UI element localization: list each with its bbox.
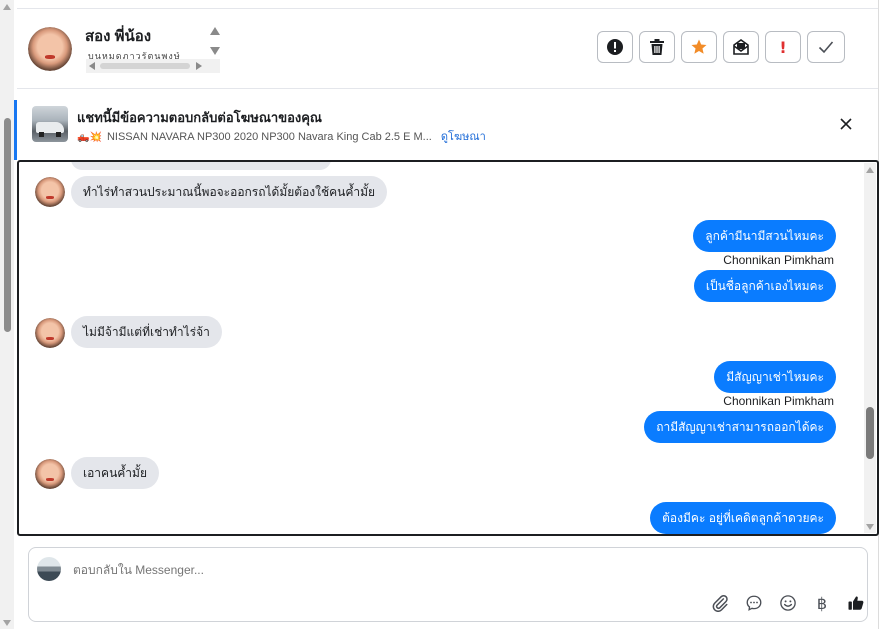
header-divider: [17, 88, 878, 89]
contact-avatar[interactable]: [28, 27, 72, 71]
smiley-icon: [780, 595, 796, 611]
mini-scroll-thumb[interactable]: [100, 63, 190, 69]
mini-scroll-left-icon[interactable]: [89, 62, 95, 70]
conversation-actions: !: [597, 31, 845, 63]
payment-button[interactable]: ฿: [811, 592, 833, 614]
sender-avatar[interactable]: [35, 177, 65, 207]
outgoing-message[interactable]: เป็นชื่อลูกค้าเองไหมคะ: [693, 270, 836, 302]
message-thread[interactable]: ทำไร่ทำสวนประมาณนี้พอจะออกรถได้มั้ยต้องใ…: [17, 160, 879, 536]
ad-banner-title: แชทนี้มีข้อความตอบกลับต่อโฆษณาของคุณ: [77, 110, 322, 125]
delete-button[interactable]: [639, 31, 675, 63]
close-icon[interactable]: [838, 116, 854, 132]
saved-replies-button[interactable]: [743, 592, 765, 614]
ad-banner-subtitle: 🛻💥 NISSAN NAVARA NP300 2020 NP300 Navara…: [77, 127, 486, 145]
ad-thumbnail[interactable]: [32, 106, 68, 142]
outgoing-message[interactable]: ถามีสัญญาเช่าสามารถออกได้คะ: [644, 411, 836, 443]
check-icon: [818, 41, 834, 54]
outgoing-message[interactable]: ต้องมีคะ อยู่ที่เคดิตลูกค้าดวยคะ: [650, 502, 836, 534]
active-indicator: [14, 100, 17, 160]
ad-product-text: NISSAN NAVARA NP300 2020 NP300 Navara Ki…: [106, 131, 432, 143]
scroll-down-arrow-icon[interactable]: [3, 620, 11, 626]
sender-name: Chonnikan Pimkham: [723, 253, 834, 267]
incoming-message[interactable]: เอาคนค้ำมั้ย: [71, 457, 159, 489]
mini-horizontal-scrollbar[interactable]: [86, 59, 220, 73]
report-button[interactable]: [597, 31, 633, 63]
sender-name: Chonnikan Pimkham: [723, 394, 834, 408]
scroll-down-arrow-icon[interactable]: [866, 524, 874, 530]
contact-name[interactable]: สอง พี่น้อง: [85, 24, 151, 48]
star-icon: [691, 39, 707, 54]
chat-bubble-icon: [746, 595, 762, 611]
emoji-button[interactable]: [777, 592, 799, 614]
important-button[interactable]: !: [765, 31, 801, 63]
done-button[interactable]: [807, 31, 845, 63]
ad-emoji: 🛻💥: [77, 132, 102, 143]
mini-scroll-right-icon[interactable]: [196, 62, 202, 70]
mail-icon: [733, 39, 749, 55]
attach-button[interactable]: [709, 592, 731, 614]
mini-scroll-up-icon[interactable]: [210, 27, 220, 35]
top-divider: [17, 8, 878, 9]
scroll-up-arrow-icon[interactable]: [866, 167, 874, 173]
baht-icon: ฿: [816, 593, 828, 613]
scroll-up-arrow-icon[interactable]: [3, 4, 11, 10]
thumbs-up-icon: [848, 596, 864, 610]
view-ad-link[interactable]: ดูโฆษณา: [441, 131, 486, 143]
mark-unread-button[interactable]: [723, 31, 759, 63]
outgoing-message[interactable]: ลูกค้ามีนามีสวนไหมคะ: [693, 220, 836, 252]
mini-scroll-down-icon[interactable]: [210, 47, 220, 55]
composer-toolbar: ฿: [709, 592, 867, 614]
star-button[interactable]: [681, 31, 717, 63]
thread-scrollbar-thumb[interactable]: [866, 407, 874, 459]
page-avatar: [37, 557, 61, 581]
outgoing-message[interactable]: มีสัญญาเช่าไหมคะ: [714, 361, 836, 393]
like-button[interactable]: [845, 592, 867, 614]
trash-icon: [650, 39, 664, 55]
sender-avatar[interactable]: [35, 318, 65, 348]
reply-input[interactable]: [73, 563, 473, 577]
paperclip-icon: [712, 594, 728, 612]
incoming-message[interactable]: ทำไร่ทำสวนประมาณนี้พอจะออกรถได้มั้ยต้องใ…: [71, 176, 388, 208]
incoming-message[interactable]: ไม่มีจ้ามีแต่ที่เช่าทำไร่จ้า: [71, 316, 222, 348]
page-scrollbar-thumb[interactable]: [4, 118, 11, 332]
thread-scrollbar[interactable]: [864, 163, 876, 533]
page-scrollbar[interactable]: [0, 0, 14, 629]
exclamation-icon: !: [779, 37, 787, 57]
report-icon: [607, 39, 623, 55]
partial-message-bubble: [71, 162, 331, 170]
sender-avatar[interactable]: [35, 459, 65, 489]
